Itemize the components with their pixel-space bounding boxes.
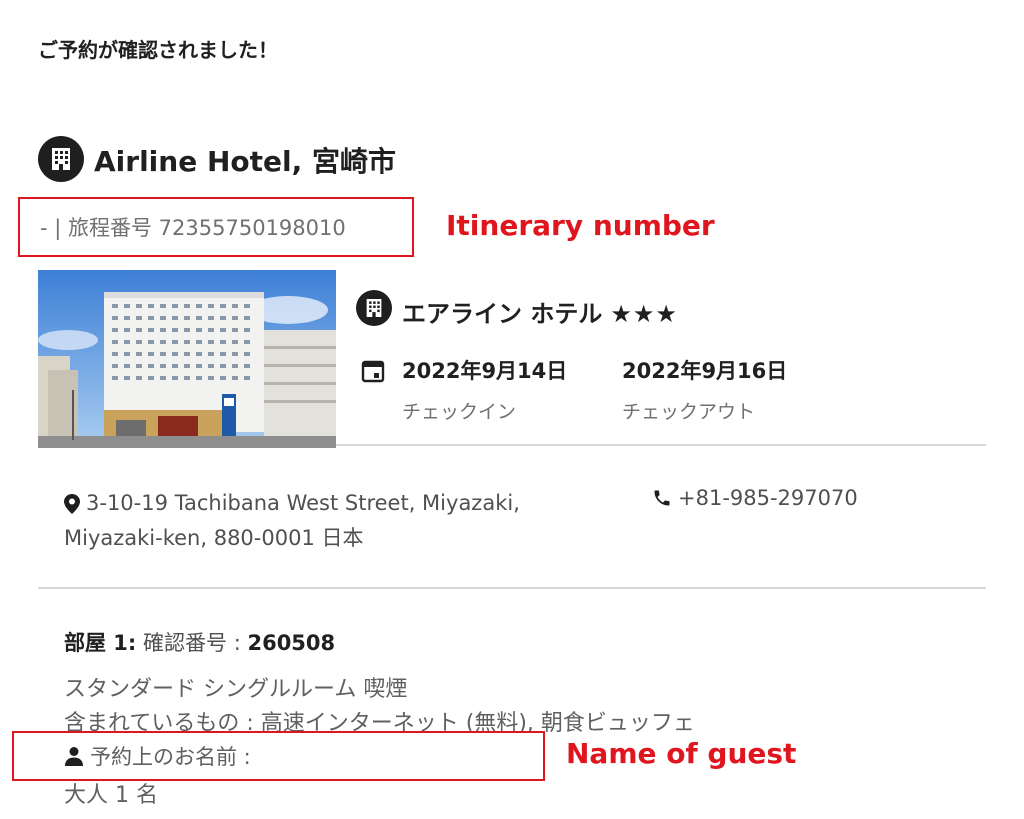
divider-top bbox=[336, 444, 986, 446]
phone-number: +81-985-297070 bbox=[678, 486, 858, 510]
divider-middle bbox=[38, 587, 986, 589]
room-header: 部屋 1: 確認番号 : 260508 bbox=[64, 627, 335, 657]
room-type: スタンダード シングルルーム 喫煙 bbox=[64, 677, 408, 702]
phone-icon bbox=[654, 490, 670, 506]
checkout-date: 2022年9月16日 bbox=[622, 359, 788, 383]
guest-highlight-box bbox=[12, 731, 545, 781]
property-building-icon bbox=[356, 290, 392, 326]
hotel-phone[interactable]: +81-985-297070 bbox=[652, 486, 858, 510]
address-line-1: 3-10-19 Tachibana West Street, Miyazaki, bbox=[86, 491, 520, 515]
guest-annotation: Name of guest bbox=[566, 737, 797, 770]
property-name-row: エアライン ホテル ★★★ bbox=[402, 294, 678, 329]
property-name: エアライン ホテル bbox=[402, 300, 603, 328]
checkout-label: チェックアウト bbox=[622, 401, 756, 423]
star-rating: ★★★ bbox=[610, 300, 678, 328]
itinerary-number: - | 旅程番号 72355750198010 bbox=[40, 216, 346, 240]
checkin-date: 2022年9月14日 bbox=[402, 359, 568, 383]
map-pin-icon bbox=[64, 493, 80, 514]
checkin-label: チェックイン bbox=[402, 401, 517, 423]
hotel-photo bbox=[38, 270, 336, 448]
hotel-title: Airline Hotel, 宮崎市 bbox=[94, 145, 396, 178]
confirmation-label: 確認番号 : bbox=[143, 631, 241, 655]
calendar-icon bbox=[361, 359, 385, 387]
confirmation-number: 260508 bbox=[247, 631, 336, 655]
confirmation-heading: ご予約が確認されました！ bbox=[38, 38, 278, 62]
occupancy: 大人 1 名 bbox=[64, 783, 158, 808]
itinerary-annotation: Itinerary number bbox=[446, 209, 715, 242]
address-line-2: Miyazaki-ken, 880-0001 日本 bbox=[64, 526, 364, 550]
hotel-address[interactable]: 3-10-19 Tachibana West Street, Miyazaki,… bbox=[64, 486, 584, 556]
room-label: 部屋 1: bbox=[64, 631, 137, 655]
building-icon bbox=[38, 136, 84, 182]
